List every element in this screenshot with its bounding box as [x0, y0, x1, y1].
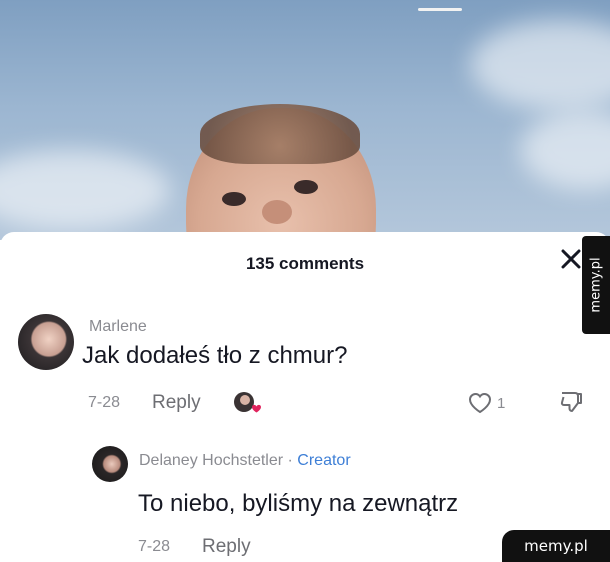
reply-username-line: Delaney Hochstetler · Creator: [139, 452, 351, 470]
watermark-bottom: memy.pl: [502, 530, 610, 562]
cloud: [470, 20, 610, 110]
comments-sheet: 135 comments Marlene Jak dodałeś tło z c…: [0, 232, 610, 562]
separator: ·: [283, 452, 298, 469]
reply-button[interactable]: Reply: [152, 392, 201, 414]
avatar-marlene[interactable]: [18, 314, 74, 370]
dislike-icon[interactable]: [558, 389, 584, 415]
close-button[interactable]: [558, 246, 584, 272]
cloud: [0, 150, 170, 230]
baby-eye-right: [294, 180, 318, 194]
watermark-side: memy.pl: [582, 236, 610, 334]
comment-text: Jak dodałeś tło z chmur?: [82, 342, 348, 369]
close-icon: [561, 249, 581, 269]
comments-count-title: 135 comments: [245, 254, 365, 273]
creator-badge: Creator: [297, 452, 351, 469]
like-count: 1: [497, 395, 506, 412]
baby-nose: [262, 200, 292, 224]
cloud: [520, 110, 610, 190]
comment-username[interactable]: Marlene: [89, 318, 147, 336]
drag-handle[interactable]: [418, 8, 462, 11]
heart-icon[interactable]: [468, 392, 492, 414]
reply-username[interactable]: Delaney Hochstetler: [139, 452, 283, 469]
avatar-delaney[interactable]: [92, 446, 128, 482]
baby-eye-left: [222, 192, 246, 206]
creator-liked-icon: [234, 392, 261, 413]
baby-hair: [200, 104, 360, 164]
video-background: [0, 0, 610, 240]
reply-date: 7-28: [138, 538, 171, 555]
watermark-side-text: memy.pl: [588, 257, 604, 313]
reply-button-2[interactable]: Reply: [202, 536, 251, 558]
reply-text: To niebo, byliśmy na zewnątrz: [138, 490, 459, 517]
comment-date: 7-28: [88, 394, 121, 411]
